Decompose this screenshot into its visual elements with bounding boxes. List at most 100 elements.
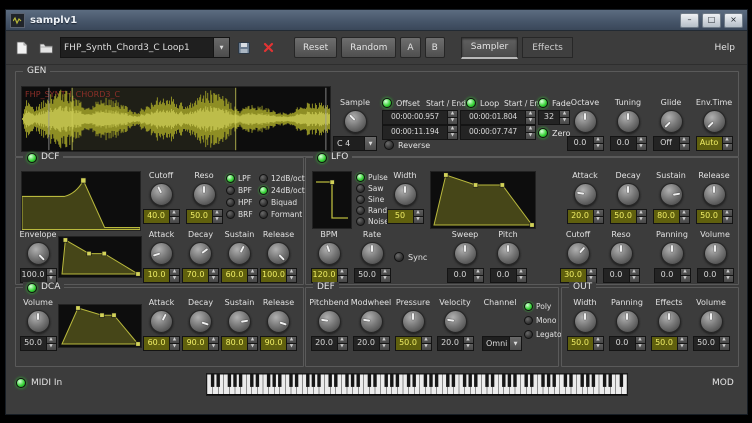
release-spin-down[interactable]: ▼	[287, 343, 296, 350]
close-button[interactable]: ×	[724, 13, 743, 28]
radio-lpf[interactable]: LPF	[226, 173, 253, 183]
volume-spin-down[interactable]: ▼	[47, 343, 56, 350]
reso-spinbox[interactable]: 50.0▲▼	[186, 209, 223, 224]
reso-spin-down[interactable]: ▼	[213, 216, 222, 223]
sustain-spinbox[interactable]: 60.0▲▼	[221, 268, 258, 283]
volume-knob[interactable]	[704, 242, 727, 265]
effects-knob[interactable]	[658, 310, 681, 333]
rate-spinbox[interactable]: 50.0▲▼	[354, 268, 391, 283]
decay-spin-down[interactable]: ▼	[209, 343, 218, 350]
pressure-spin-down[interactable]: ▼	[422, 343, 431, 350]
loop-start-down[interactable]: ▼	[526, 117, 535, 124]
open-preset-icon[interactable]	[36, 38, 56, 58]
attack-knob[interactable]	[574, 183, 597, 206]
release-spinbox[interactable]: 50.0▲▼	[696, 209, 733, 224]
sustain-knob[interactable]	[228, 310, 251, 333]
help-menu[interactable]: Help	[708, 43, 741, 53]
cutoff-spin-down[interactable]: ▼	[170, 216, 179, 223]
preset-dropdown-arrow-icon[interactable]: ▼	[213, 38, 229, 57]
swap-b-button[interactable]: B	[425, 37, 445, 58]
decay-spin-down[interactable]: ▼	[209, 275, 218, 282]
reso-spinbox[interactable]: 0.0▲▼	[603, 268, 640, 283]
env-time-spinbox[interactable]: Auto▲▼	[696, 136, 733, 151]
radio-mono[interactable]: Mono	[524, 315, 562, 325]
loop-toggle[interactable]: Loop	[466, 98, 499, 108]
sustain-spinbox[interactable]: 80.0▲▼	[221, 336, 258, 351]
envelope-knob[interactable]	[27, 242, 50, 265]
glide-spinbox[interactable]: Off▲▼	[653, 136, 690, 151]
release-knob[interactable]	[267, 242, 290, 265]
octave-knob[interactable]	[574, 110, 597, 133]
release-spinbox[interactable]: 90.0▲▼	[260, 336, 297, 351]
attack-spin-down[interactable]: ▼	[170, 275, 179, 282]
rate-knob[interactable]	[361, 242, 384, 265]
velocity-spinbox[interactable]: 20.0▲▼	[437, 336, 474, 351]
loop-end-field[interactable]: 00:00:07.747 ▲▼	[460, 125, 536, 140]
lfo-wave-display[interactable]	[312, 171, 352, 229]
random-button[interactable]: Random	[341, 37, 396, 58]
sample-waveform-display[interactable]: FHP_SYNTH_CHORD3_C	[21, 86, 331, 152]
maximize-button[interactable]: □	[702, 13, 721, 28]
reverse-led[interactable]	[384, 140, 394, 150]
pressure-spinbox[interactable]: 50.0▲▼	[395, 336, 432, 351]
panning-knob[interactable]	[661, 242, 684, 265]
offset-start-field[interactable]: 00:00:00.957 ▲▼	[382, 110, 458, 125]
sample-note-combo[interactable]: C 4 ▼	[333, 136, 377, 151]
effects-spinbox[interactable]: 50.0▲▼	[651, 336, 688, 351]
sample-note-dropdown-arrow-icon[interactable]: ▼	[364, 137, 376, 150]
panning-spin-down[interactable]: ▼	[636, 343, 645, 350]
cutoff-spinbox[interactable]: 40.0▲▼	[143, 209, 180, 224]
offset-end-field[interactable]: 00:00:11.194 ▲▼	[382, 125, 458, 140]
cutoff-knob[interactable]	[150, 183, 173, 206]
velocity-knob[interactable]	[444, 310, 467, 333]
release-spinbox[interactable]: 100.0▲▼	[260, 268, 297, 283]
release-knob[interactable]	[267, 310, 290, 333]
effects-spin-down[interactable]: ▼	[678, 343, 687, 350]
radio-biquad[interactable]: Biquad	[259, 197, 305, 207]
decay-spinbox[interactable]: 90.0▲▼	[182, 336, 219, 351]
sustain-knob[interactable]	[228, 242, 251, 265]
offset-start-down[interactable]: ▼	[448, 117, 457, 124]
tuning-spinbox[interactable]: 0.0▲▼	[610, 136, 647, 151]
dcf-filter-display[interactable]	[21, 171, 141, 231]
pitch-spinbox[interactable]: 0.0▲▼	[490, 268, 527, 283]
channel-dropdown-arrow-icon[interactable]: ▼	[509, 337, 521, 350]
volume-spinbox[interactable]: 0.0▲▼	[697, 268, 734, 283]
cutoff-spin-down[interactable]: ▼	[587, 275, 596, 282]
octave-spinbox[interactable]: 0.0▲▼	[567, 136, 604, 151]
bpm-knob[interactable]	[318, 242, 341, 265]
minimize-button[interactable]: –	[680, 13, 699, 28]
volume-knob[interactable]	[27, 310, 50, 333]
radio-12db-oct[interactable]: 12dB/oct	[259, 173, 305, 183]
tuning-spin-down[interactable]: ▼	[637, 143, 646, 150]
sweep-knob[interactable]	[454, 242, 477, 265]
panning-knob[interactable]	[616, 310, 639, 333]
panning-spinbox[interactable]: 0.0▲▼	[654, 268, 691, 283]
sustain-spinbox[interactable]: 80.0▲▼	[653, 209, 690, 224]
pitchbend-spinbox[interactable]: 20.0▲▼	[311, 336, 348, 351]
sync-led[interactable]	[394, 252, 404, 262]
sustain-spin-down[interactable]: ▼	[248, 275, 257, 282]
fade-led[interactable]	[538, 98, 548, 108]
glide-knob[interactable]	[660, 110, 683, 133]
sustain-knob[interactable]	[660, 183, 683, 206]
attack-spinbox[interactable]: 60.0▲▼	[143, 336, 180, 351]
radio-formant[interactable]: Formant	[259, 209, 305, 219]
pitchbend-knob[interactable]	[318, 310, 341, 333]
preset-combo[interactable]: FHP_Synth_Chord3_C Loop1 ▼	[60, 37, 230, 58]
attack-spin-down[interactable]: ▼	[170, 343, 179, 350]
loop-led[interactable]	[466, 98, 476, 108]
decay-knob[interactable]	[189, 310, 212, 333]
bpm-spin-down[interactable]: ▼	[338, 275, 347, 282]
octave-spin-down[interactable]: ▼	[594, 143, 603, 150]
pitch-knob[interactable]	[497, 242, 520, 265]
attack-spinbox[interactable]: 20.0▲▼	[567, 209, 604, 224]
dca-envelope-display[interactable]	[58, 304, 142, 348]
cutoff-spinbox[interactable]: 30.0▲▼	[560, 268, 597, 283]
offset-led[interactable]	[382, 98, 392, 108]
virtual-keyboard[interactable]	[206, 373, 628, 396]
reso-knob[interactable]	[193, 183, 216, 206]
decay-spin-down[interactable]: ▼	[637, 216, 646, 223]
volume-spinbox[interactable]: 50.0▲▼	[20, 336, 57, 351]
radio-hpf[interactable]: HPF	[226, 197, 253, 207]
